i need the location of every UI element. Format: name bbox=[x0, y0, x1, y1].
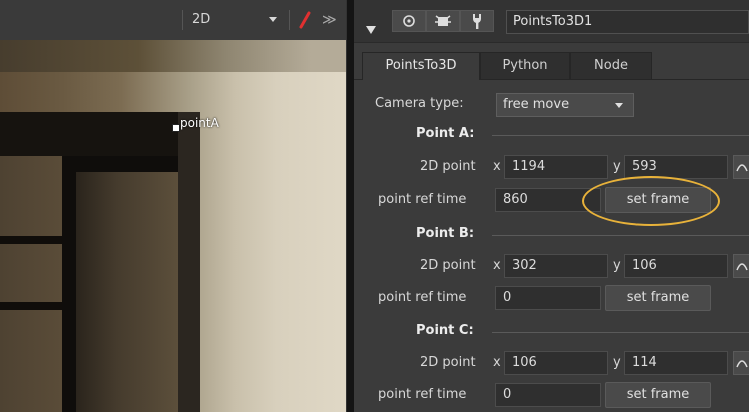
camera-type-dropdown[interactable]: free move bbox=[496, 93, 634, 117]
chevron-down-icon bbox=[269, 17, 277, 22]
point-b-x-input[interactable]: 302 bbox=[504, 254, 608, 278]
divider bbox=[492, 235, 749, 236]
point-b-heading: Point B: bbox=[416, 226, 475, 241]
node-name-field[interactable]: PointsTo3D1 bbox=[506, 10, 749, 34]
triangle-down-icon bbox=[366, 26, 376, 34]
point-c-y-input[interactable]: 114 bbox=[624, 351, 728, 375]
settings-button[interactable] bbox=[460, 10, 494, 32]
point-c-animation-button[interactable] bbox=[733, 351, 749, 375]
divider bbox=[492, 332, 749, 333]
chevron-down-icon bbox=[615, 103, 623, 108]
viewer-image[interactable]: pointA bbox=[0, 40, 346, 412]
point-c-ref-time-input[interactable]: 0 bbox=[495, 383, 601, 407]
point-a-x-label: x bbox=[493, 159, 501, 174]
curve-icon bbox=[736, 164, 748, 172]
camera-type-label: Camera type: bbox=[375, 96, 464, 111]
point-c-2d-label: 2D point bbox=[420, 355, 476, 370]
point-c-ref-label: point ref time bbox=[378, 387, 467, 402]
scene-door-bar bbox=[0, 236, 62, 244]
circle-dot-icon bbox=[403, 15, 415, 27]
point-b-x-label: x bbox=[493, 258, 501, 273]
properties-header: PointsTo3D1 bbox=[354, 0, 749, 43]
point-a-x-input[interactable]: 1194 bbox=[504, 155, 608, 179]
float-panel-button[interactable] bbox=[426, 10, 460, 32]
divider bbox=[492, 135, 749, 136]
toolbar-divider bbox=[182, 10, 183, 30]
point-a-ref-label: point ref time bbox=[378, 192, 467, 207]
point-b-2d-label: 2D point bbox=[420, 258, 476, 273]
curve-icon bbox=[736, 360, 748, 368]
bug-icon bbox=[435, 15, 451, 26]
scene-top-band bbox=[0, 40, 346, 72]
point-a-y-label: y bbox=[613, 159, 621, 174]
curve-icon bbox=[736, 263, 748, 271]
point-c-x-label: x bbox=[493, 355, 501, 370]
highlight-annotation bbox=[582, 176, 720, 226]
scene-door-shadow bbox=[178, 112, 200, 412]
wrench-icon bbox=[473, 14, 481, 29]
point-c-x-input[interactable]: 106 bbox=[504, 351, 608, 375]
point-c-set-frame-button[interactable]: set frame bbox=[605, 382, 711, 408]
view-mode-value: 2D bbox=[192, 12, 211, 27]
double-chevron-icon[interactable]: ≫ bbox=[322, 8, 338, 32]
point-b-ref-label: point ref time bbox=[378, 290, 467, 305]
toolbar-divider bbox=[289, 10, 290, 30]
scene-door-inner bbox=[76, 172, 178, 412]
point-a-handle[interactable] bbox=[172, 124, 180, 132]
tab-python[interactable]: Python bbox=[480, 52, 570, 79]
scene-door-panel bbox=[0, 156, 62, 412]
point-b-y-label: y bbox=[613, 258, 621, 273]
point-b-animation-button[interactable] bbox=[733, 254, 749, 278]
tab-bar: PointsTo3D Python Node bbox=[354, 52, 749, 80]
point-b-y-input[interactable]: 106 bbox=[624, 254, 728, 278]
collapse-button[interactable] bbox=[356, 10, 384, 34]
point-a-label: pointA bbox=[180, 116, 219, 130]
point-b-set-frame-button[interactable]: set frame bbox=[605, 285, 711, 311]
point-c-y-label: y bbox=[613, 355, 621, 370]
camera-type-value: free move bbox=[503, 97, 570, 112]
viewer-toolbar: 2D ≫ bbox=[0, 0, 346, 41]
point-c-heading: Point C: bbox=[416, 323, 474, 338]
brush-icon[interactable] bbox=[295, 8, 315, 32]
scene-door-bar bbox=[0, 302, 62, 310]
point-a-heading: Point A: bbox=[416, 126, 475, 141]
tab-pointsto3d[interactable]: PointsTo3D bbox=[362, 52, 480, 80]
view-mode-dropdown[interactable]: 2D bbox=[189, 8, 287, 32]
node-color-button[interactable] bbox=[392, 10, 426, 32]
tab-node[interactable]: Node bbox=[570, 52, 652, 79]
point-a-2d-label: 2D point bbox=[420, 159, 476, 174]
point-a-animation-button[interactable] bbox=[733, 155, 749, 179]
point-b-ref-time-input[interactable]: 0 bbox=[495, 286, 601, 310]
viewer-panel[interactable]: 2D ≫ pointA bbox=[0, 0, 346, 412]
properties-panel: PointsTo3D1 PointsTo3D Python Node Camer… bbox=[354, 0, 749, 412]
